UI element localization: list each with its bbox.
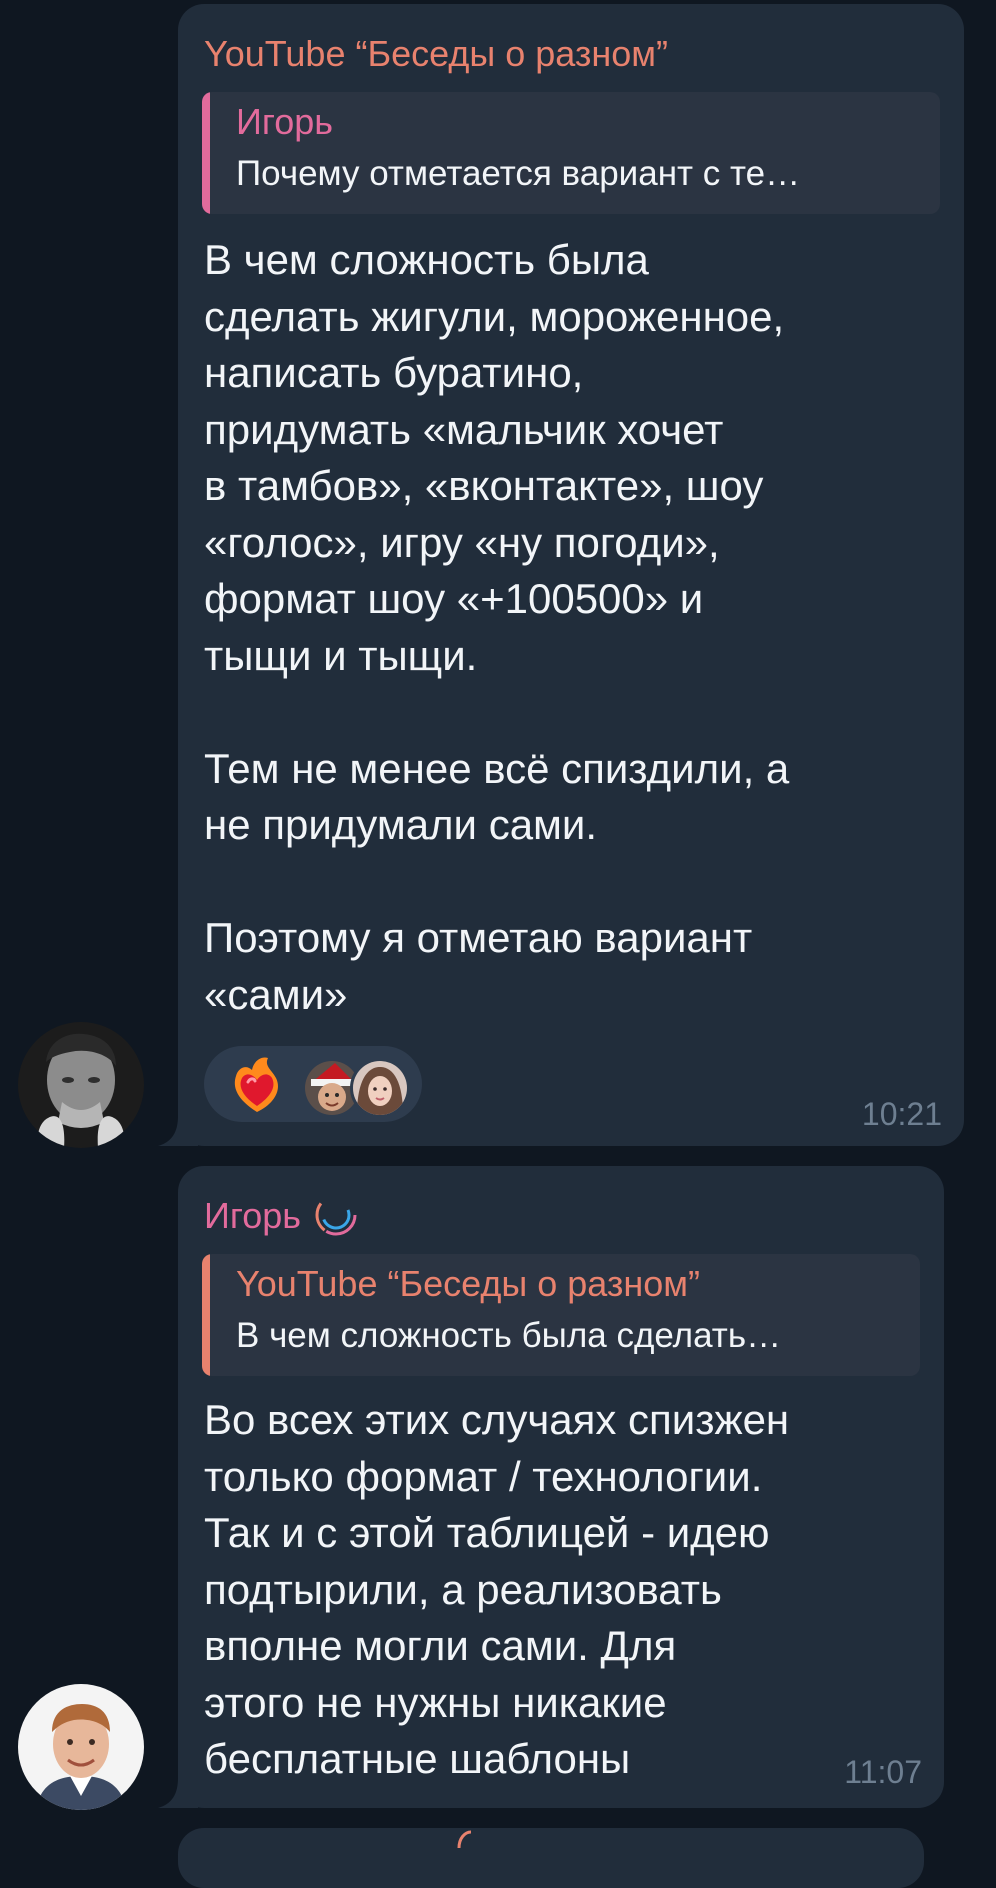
reply-quote[interactable]: YouTube “Беседы о разном” В чем сложност…: [202, 1254, 920, 1376]
message-text: Во всех этих случаях спизжен только форм…: [204, 1396, 790, 1782]
sender-name[interactable]: Игорь: [204, 1194, 359, 1241]
message-time: 10:21: [861, 1096, 942, 1132]
stories-ring-icon: [315, 1194, 357, 1236]
reply-sender-name: Игорь: [236, 101, 334, 142]
reactor-avatar-2[interactable]: [350, 1058, 410, 1118]
heart-on-fire-icon[interactable]: [228, 1056, 286, 1114]
message-bubble[interactable]: Игорь YouTube “Беседы о разном” В чем сл…: [178, 1166, 944, 1808]
message-time: 11:07: [844, 1754, 922, 1790]
stories-ring-icon: [457, 1830, 472, 1849]
message-text: В чем сложность была сделать жигули, мор…: [204, 236, 790, 1018]
sender-name[interactable]: YouTube “Беседы о разном”: [204, 32, 668, 76]
next-message-bubble[interactable]: [178, 1828, 924, 1888]
sender-avatar[interactable]: [18, 1022, 144, 1148]
reply-bar: [202, 92, 210, 214]
reply-quote[interactable]: Игорь Почему отметается вариант с те…: [202, 92, 940, 214]
reactions-bar[interactable]: [204, 1046, 422, 1122]
sender-avatar[interactable]: [18, 1684, 144, 1810]
reply-text: В чем сложность была сделать…: [236, 1316, 782, 1355]
reply-bar: [202, 1254, 210, 1376]
sender-name-text: Игорь: [204, 1195, 302, 1236]
reply-sender-name: YouTube “Беседы о разном”: [236, 1263, 701, 1304]
reply-text: Почему отметается вариант с те…: [236, 154, 801, 193]
message-bubble[interactable]: YouTube “Беседы о разном” Игорь Почему о…: [178, 4, 964, 1146]
